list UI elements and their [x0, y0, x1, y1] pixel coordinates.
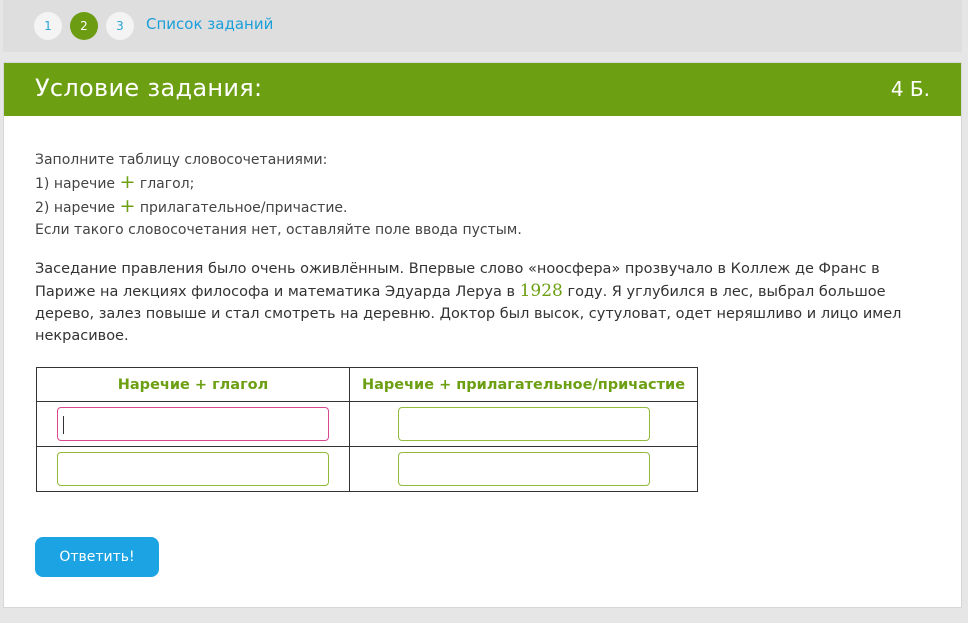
column-header-adverb-verb: Наречие + глагол	[36, 367, 350, 402]
task-card: Условие задания: 4 Б. Заполните таблицу …	[3, 62, 962, 608]
step-3-button[interactable]: 3	[106, 12, 134, 40]
table-cell	[349, 446, 698, 492]
table-cell	[349, 401, 698, 447]
column-header-adverb-adjective: Наречие + прилагательное/причастие	[349, 367, 698, 402]
answer-input-row1-col1[interactable]	[57, 407, 329, 441]
task-list-link[interactable]: Список заданий	[146, 15, 273, 33]
task-header: Условие задания: 4 Б.	[4, 63, 961, 116]
instruction-line-2: 1) наречие + глагол;	[35, 171, 522, 195]
task-passage: Заседание правления было очень оживлённы…	[35, 258, 935, 347]
table-header-row: Наречие + глагол Наречие + прилагательно…	[36, 367, 698, 402]
task-instructions: Заполните таблицу словосочетаниями: 1) н…	[35, 149, 522, 241]
step-2-button[interactable]: 2	[70, 12, 98, 40]
table-cell	[36, 446, 350, 492]
text-caret	[63, 416, 64, 434]
table-cell	[36, 401, 350, 447]
plus-sign: +	[119, 195, 136, 217]
answer-input-row1-col2[interactable]	[397, 407, 650, 441]
answer-table: Наречие + глагол Наречие + прилагательно…	[36, 367, 698, 492]
answer-input-row2-col2[interactable]	[397, 452, 650, 486]
passage-year: 1928	[519, 281, 563, 301]
table-row	[36, 401, 698, 447]
answer-input-row2-col1[interactable]	[57, 452, 329, 486]
plus-sign: +	[119, 171, 136, 193]
task-title: Условие задания:	[35, 74, 263, 102]
instruction-text: глагол;	[139, 176, 195, 192]
instruction-text: 1) наречие	[35, 176, 116, 192]
instruction-line-1: Заполните таблицу словосочетаниями:	[35, 152, 328, 168]
step-1-button[interactable]: 1	[34, 12, 62, 40]
instruction-line-3: 2) наречие + прилагательное/причастие.	[35, 195, 522, 219]
task-score: 4 Б.	[890, 77, 930, 101]
table-row	[36, 446, 698, 492]
top-navigation-bar: 1 2 3 Список заданий	[3, 0, 962, 52]
submit-answer-button[interactable]: Ответить!	[35, 537, 159, 577]
instruction-text: прилагательное/причастие.	[139, 200, 348, 216]
instruction-text: 2) наречие	[35, 200, 116, 216]
instruction-line-4: Если такого словосочетания нет, оставляй…	[35, 222, 522, 238]
